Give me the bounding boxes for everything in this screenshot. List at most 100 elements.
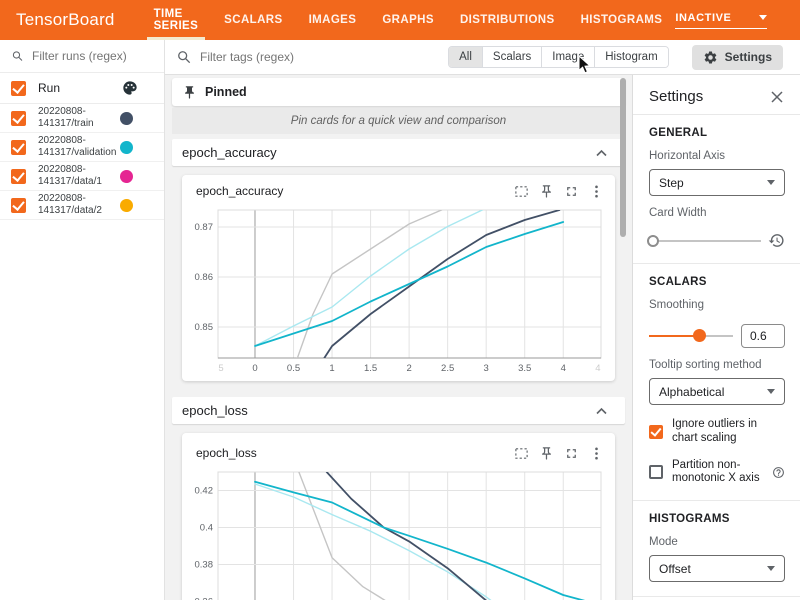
- fit-domain-icon[interactable]: [509, 179, 534, 203]
- more-menu-icon[interactable]: [584, 441, 609, 465]
- chevron-down-icon: [767, 180, 775, 185]
- fullscreen-icon[interactable]: [559, 441, 584, 465]
- pin-icon: [182, 85, 197, 100]
- search-icon: [12, 49, 23, 63]
- nav-tabs: TIME SERIES SCALARS IMAGES GRAPHS DISTRI…: [141, 0, 676, 40]
- svg-text:0.36: 0.36: [195, 597, 214, 600]
- epoch-accuracy-chart[interactable]: 500.511.522.533.5440.850.860.87: [188, 205, 609, 375]
- svg-text:0.85: 0.85: [195, 322, 214, 333]
- tags-toolbar: All Scalars Image Histogram Settings: [165, 40, 800, 75]
- svg-text:0.42: 0.42: [195, 486, 214, 497]
- ignore-outliers-checkbox[interactable]: [649, 425, 663, 439]
- scalar-card-epoch-accuracy: epoch_accuracy 500.511.522.533.5440.850.…: [182, 175, 615, 381]
- svg-text:2.5: 2.5: [441, 363, 454, 374]
- pin-card-icon[interactable]: [534, 441, 559, 465]
- epoch-loss-chart[interactable]: 500.511.522.533.5440.360.380.40.42: [188, 467, 609, 600]
- svg-text:4: 4: [561, 363, 566, 374]
- runs-list-header: Run: [0, 73, 164, 104]
- tab-images[interactable]: IMAGES: [296, 0, 370, 40]
- filter-tags-input[interactable]: [200, 50, 420, 64]
- pinned-empty-message: Pin cards for a quick view and compariso…: [172, 108, 625, 134]
- settings-button[interactable]: Settings: [692, 45, 783, 70]
- select-all-runs-checkbox[interactable]: [11, 81, 26, 96]
- tab-distributions[interactable]: DISTRIBUTIONS: [447, 0, 568, 40]
- run-checkbox[interactable]: [11, 198, 26, 213]
- reload-status-selector[interactable]: INACTIVE: [675, 12, 767, 29]
- run-checkbox[interactable]: [11, 169, 26, 184]
- app-header: TensorBoard TIME SERIES SCALARS IMAGES G…: [0, 0, 800, 40]
- smoothing-slider[interactable]: [649, 335, 733, 337]
- search-icon: [177, 50, 191, 64]
- run-row: 20220808-141317/data/2: [0, 191, 164, 220]
- run-row: 20220808-141317/train: [0, 104, 164, 133]
- svg-text:0.87: 0.87: [195, 222, 214, 233]
- run-row: 20220808-141317/data/1: [0, 162, 164, 191]
- help-icon[interactable]: [772, 466, 785, 479]
- filter-chip-histogram[interactable]: Histogram: [594, 47, 667, 67]
- svg-text:0.38: 0.38: [195, 560, 214, 571]
- fit-domain-icon[interactable]: [509, 441, 534, 465]
- app-logo: TensorBoard: [16, 10, 115, 30]
- settings-panel-title: Settings: [649, 88, 703, 105]
- runs-column-label: Run: [38, 81, 60, 95]
- svg-text:3.5: 3.5: [518, 363, 531, 374]
- fullscreen-icon[interactable]: [559, 179, 584, 203]
- run-color-dot: [120, 170, 133, 183]
- cards-area: Pinned Pin cards for a quick view and co…: [165, 75, 632, 600]
- gear-icon: [703, 50, 718, 65]
- run-color-dot: [120, 112, 133, 125]
- horizontal-axis-select[interactable]: Step: [649, 169, 785, 196]
- palette-icon: [122, 80, 138, 96]
- filter-runs-input[interactable]: [32, 49, 152, 63]
- vertical-scrollbar[interactable]: [620, 78, 626, 237]
- svg-text:0.5: 0.5: [287, 363, 300, 374]
- run-color-dot: [120, 141, 133, 154]
- reset-icon[interactable]: [768, 232, 785, 249]
- settings-section-scalars: SCALARS Smoothing 0.6 Tooltip sorting me…: [633, 264, 800, 501]
- partition-x-axis-checkbox[interactable]: [649, 465, 663, 479]
- svg-text:5: 5: [218, 363, 223, 374]
- tab-scalars[interactable]: SCALARS: [211, 0, 295, 40]
- histogram-mode-select[interactable]: Offset: [649, 555, 785, 582]
- settings-panel: Settings GENERAL Horizontal Axis Step Ca…: [632, 75, 800, 600]
- svg-text:0: 0: [252, 363, 257, 374]
- run-checkbox[interactable]: [11, 111, 26, 126]
- svg-text:3: 3: [484, 363, 489, 374]
- slider-knob[interactable]: [693, 329, 706, 342]
- settings-section-general: GENERAL Horizontal Axis Step Card Width: [633, 115, 800, 264]
- svg-text:2: 2: [406, 363, 411, 374]
- run-checkbox[interactable]: [11, 140, 26, 155]
- tab-time-series[interactable]: TIME SERIES: [141, 0, 212, 40]
- tooltip-sorting-select[interactable]: Alphabetical: [649, 378, 785, 405]
- tab-graphs[interactable]: GRAPHS: [369, 0, 447, 40]
- chevron-down-icon: [767, 389, 775, 394]
- smoothing-value-input[interactable]: 0.6: [741, 324, 785, 348]
- svg-text:0.86: 0.86: [195, 272, 214, 283]
- filter-tags-box: [165, 50, 448, 64]
- filter-runs-box: [0, 40, 164, 73]
- chevron-down-icon: [767, 566, 775, 571]
- pinned-header: Pinned: [172, 78, 625, 106]
- filter-chip-all[interactable]: All: [449, 47, 482, 67]
- filter-chip-image[interactable]: Image: [541, 47, 594, 67]
- settings-section-histograms: HISTOGRAMS Mode Offset: [633, 501, 800, 597]
- svg-text:1.5: 1.5: [364, 363, 377, 374]
- pin-card-icon[interactable]: [534, 179, 559, 203]
- run-color-dot: [120, 199, 133, 212]
- close-icon[interactable]: [770, 90, 784, 104]
- more-menu-icon[interactable]: [584, 179, 609, 203]
- svg-text:4: 4: [595, 363, 600, 374]
- tab-histograms[interactable]: HISTOGRAMS: [568, 0, 676, 40]
- runs-sidebar: Run 20220808-141317/train 20220808-14131…: [0, 40, 165, 600]
- run-row: 20220808-141317/validation: [0, 133, 164, 162]
- chevron-up-icon: [596, 402, 607, 420]
- slider-knob[interactable]: [647, 235, 659, 247]
- scalar-card-epoch-loss: epoch_loss 500.511.522.533.5440.360.380.…: [182, 433, 615, 600]
- chevron-down-icon: [759, 15, 767, 20]
- section-header-epoch-loss[interactable]: epoch_loss: [172, 397, 625, 424]
- card-width-slider[interactable]: [649, 240, 761, 242]
- section-header-epoch-accuracy[interactable]: epoch_accuracy: [172, 139, 625, 166]
- filter-chip-scalars[interactable]: Scalars: [482, 47, 541, 67]
- svg-text:0.4: 0.4: [200, 523, 213, 534]
- chevron-up-icon: [596, 144, 607, 162]
